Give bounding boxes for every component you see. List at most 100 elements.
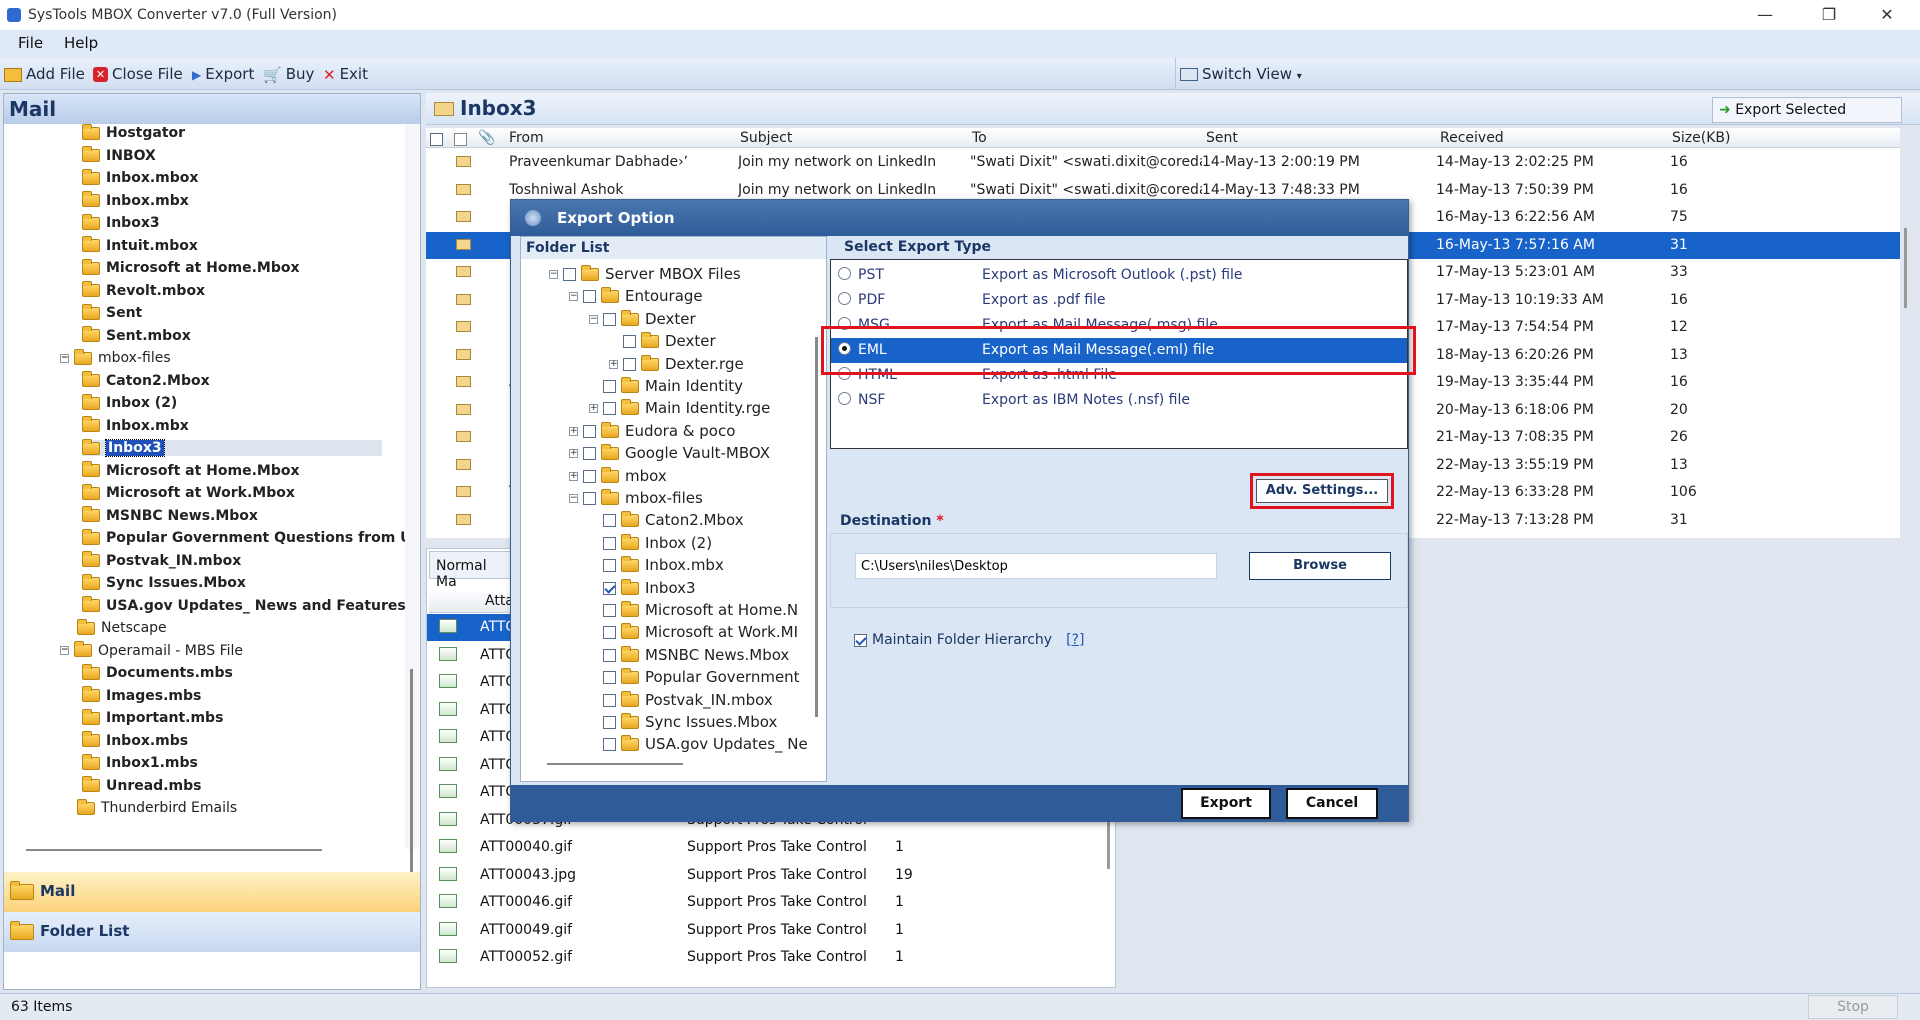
tree-folder-item[interactable]: − mbox-files bbox=[60, 348, 171, 366]
restore-button[interactable]: ❐ bbox=[1806, 2, 1852, 28]
tree-folder-item[interactable]: Inbox3 bbox=[82, 438, 382, 457]
close-file-button[interactable]: ✕ Close File bbox=[93, 65, 183, 83]
maintain-hierarchy-checkbox[interactable] bbox=[854, 633, 867, 647]
tree-expand-icon[interactable]: − bbox=[549, 270, 558, 279]
tree-folder-item[interactable]: Thunderbird Emails bbox=[77, 798, 237, 816]
tree-folder-item[interactable]: Hostgator bbox=[82, 123, 185, 141]
tree-folder-item[interactable]: Microsoft at Home.Mbox bbox=[82, 461, 300, 479]
dialog-tree-item[interactable]: − Server MBOX Files bbox=[549, 265, 741, 283]
adv-settings-button[interactable]: Adv. Settings... bbox=[1256, 479, 1388, 503]
dialog-tree-item[interactable]: + Google Vault-MBOX bbox=[569, 444, 770, 462]
attachment-row[interactable]: ATT00049.gif Support Pros Take Control 1 bbox=[427, 917, 1097, 944]
tree-folder-item[interactable]: Inbox3 bbox=[82, 213, 160, 231]
dialog-cancel-button[interactable]: Cancel bbox=[1286, 788, 1378, 819]
attachment-row[interactable]: ATT00040.gif Support Pros Take Control 1 bbox=[427, 834, 1097, 861]
dialog-export-button[interactable]: Export bbox=[1181, 788, 1271, 819]
tree-expand-icon[interactable]: + bbox=[569, 471, 578, 481]
folder-checkbox[interactable] bbox=[583, 469, 596, 483]
minimize-button[interactable]: — bbox=[1742, 2, 1788, 28]
folder-checkbox[interactable] bbox=[603, 671, 616, 685]
tree-folder-item[interactable]: Sent.mbox bbox=[82, 326, 191, 344]
attachment-row[interactable]: ATT00046.gif Support Pros Take Control 1 bbox=[427, 889, 1097, 916]
destination-input[interactable] bbox=[855, 553, 1217, 579]
folder-checkbox[interactable] bbox=[603, 312, 616, 326]
dialog-tree-item[interactable]: − Dexter bbox=[589, 309, 696, 328]
browse-button[interactable]: Browse bbox=[1249, 552, 1391, 580]
email-row[interactable]: Praveenkumar Dabhade›ʼ Join my network on… bbox=[426, 149, 1900, 176]
folder-checkbox[interactable] bbox=[583, 447, 596, 461]
folder-checkbox[interactable] bbox=[603, 536, 616, 550]
folder-checkbox[interactable] bbox=[583, 424, 596, 438]
folder-checkbox[interactable] bbox=[603, 514, 616, 528]
tree-folder-item[interactable]: Inbox (2) bbox=[82, 393, 177, 411]
dialog-tree-item[interactable]: + Dexter.rge bbox=[609, 354, 744, 373]
folder-checkbox[interactable] bbox=[603, 559, 616, 573]
dialog-tree-item[interactable]: + mbox bbox=[569, 466, 667, 485]
tree-folder-item[interactable]: Inbox.mbs bbox=[82, 731, 188, 749]
dialog-tree-item[interactable]: USA.gov Updates_ Ne bbox=[603, 735, 808, 753]
dialog-tree-hscroll[interactable] bbox=[547, 763, 683, 765]
dialog-tree-item[interactable]: − mbox-files bbox=[569, 489, 703, 507]
tree-folder-item[interactable]: Sync Issues.Mbox bbox=[82, 573, 246, 591]
nav-folder-list-button[interactable]: Folder List bbox=[4, 912, 420, 952]
buy-button[interactable]: 🛒 Buy bbox=[263, 65, 314, 84]
help-link[interactable]: [?] bbox=[1066, 632, 1084, 648]
tree-folder-item[interactable]: Postvak_IN.mbox bbox=[82, 551, 241, 569]
tree-expand-icon[interactable]: − bbox=[569, 292, 578, 302]
tree-folder-item[interactable]: USA.gov Updates_ News and Features.I bbox=[82, 596, 416, 614]
dialog-tree-item[interactable]: Postvak_IN.mbox bbox=[603, 690, 773, 709]
tree-collapse-icon[interactable]: − bbox=[60, 646, 69, 655]
folder-checkbox[interactable] bbox=[603, 626, 616, 640]
tree-folder-item[interactable]: Important.mbs bbox=[82, 708, 223, 726]
tree-folder-item[interactable]: MSNBC News.Mbox bbox=[82, 506, 258, 524]
stop-button[interactable]: Stop bbox=[1808, 995, 1898, 1019]
switch-view-button[interactable]: Switch View ▾ bbox=[1180, 65, 1302, 83]
dialog-tree-item[interactable]: Inbox3 bbox=[603, 578, 696, 597]
tree-folder-item[interactable]: Documents.mbs bbox=[82, 663, 233, 681]
tree-folder-item[interactable]: INBOX bbox=[82, 146, 156, 164]
tree-scrollbar[interactable] bbox=[405, 124, 419, 909]
tree-expand-icon[interactable]: − bbox=[589, 314, 598, 324]
dialog-tree-item[interactable]: Sync Issues.Mbox bbox=[603, 713, 777, 731]
export-type-radio[interactable] bbox=[838, 292, 851, 305]
tree-expand-icon[interactable]: + bbox=[609, 359, 618, 369]
close-window-button[interactable]: ✕ bbox=[1864, 2, 1910, 28]
tree-folder-item[interactable]: Unread.mbs bbox=[82, 776, 201, 794]
tree-folder-item[interactable]: Inbox.mbox bbox=[82, 168, 198, 186]
dialog-tree-item[interactable]: Inbox (2) bbox=[603, 533, 712, 552]
folder-checkbox[interactable] bbox=[563, 268, 576, 281]
tree-expand-icon[interactable]: + bbox=[569, 449, 578, 459]
dialog-tree-scrollbar[interactable] bbox=[815, 337, 818, 717]
exit-button[interactable]: ✕ Exit bbox=[323, 65, 368, 84]
tree-folder-item[interactable]: Intuit.mbox bbox=[82, 236, 198, 254]
tree-folder-item[interactable]: Caton2.Mbox bbox=[82, 371, 210, 389]
folder-checkbox[interactable] bbox=[603, 604, 616, 617]
col-to[interactable]: To bbox=[972, 130, 987, 146]
export-type-pst[interactable]: PST Export as Microsoft Outlook (.pst) fi… bbox=[831, 263, 1407, 288]
folder-checkbox[interactable] bbox=[623, 357, 636, 371]
folder-checkbox[interactable] bbox=[583, 492, 596, 505]
tree-folder-item[interactable]: Inbox.mbx bbox=[82, 416, 189, 434]
dialog-tree-item[interactable]: Main Identity bbox=[603, 377, 743, 395]
folder-checkbox[interactable] bbox=[603, 380, 616, 393]
dialog-tree-item[interactable]: − Entourage bbox=[569, 287, 703, 305]
col-subject[interactable]: Subject bbox=[740, 130, 792, 146]
menu-file[interactable]: File bbox=[18, 34, 43, 52]
col-from[interactable]: From bbox=[509, 130, 544, 146]
col-size[interactable]: Size(KB) bbox=[1672, 130, 1730, 146]
add-file-button[interactable]: Add File bbox=[4, 65, 85, 83]
export-type-nsf[interactable]: NSF Export as IBM Notes (.nsf) file bbox=[831, 388, 1407, 413]
maintain-hierarchy-row[interactable]: Maintain Folder Hierarchy [?] bbox=[854, 632, 1084, 648]
tree-collapse-icon[interactable]: − bbox=[60, 353, 69, 363]
folder-checkbox[interactable] bbox=[583, 290, 596, 304]
dialog-tree-item[interactable]: Popular Government bbox=[603, 668, 800, 686]
tree-folder-item[interactable]: Microsoft at Home.Mbox bbox=[82, 258, 300, 276]
tree-expand-icon[interactable]: + bbox=[589, 404, 598, 414]
folder-checkbox[interactable] bbox=[603, 648, 616, 662]
dialog-tree-item[interactable]: + Eudora & poco bbox=[569, 421, 735, 440]
export-selected-button[interactable]: ➜ Export Selected bbox=[1712, 97, 1902, 123]
col-received[interactable]: Received bbox=[1440, 130, 1504, 146]
email-list-scrollbar[interactable] bbox=[1904, 228, 1907, 308]
tree-folder-item[interactable]: Inbox1.mbs bbox=[82, 753, 198, 771]
tree-expand-icon[interactable]: + bbox=[569, 426, 578, 436]
